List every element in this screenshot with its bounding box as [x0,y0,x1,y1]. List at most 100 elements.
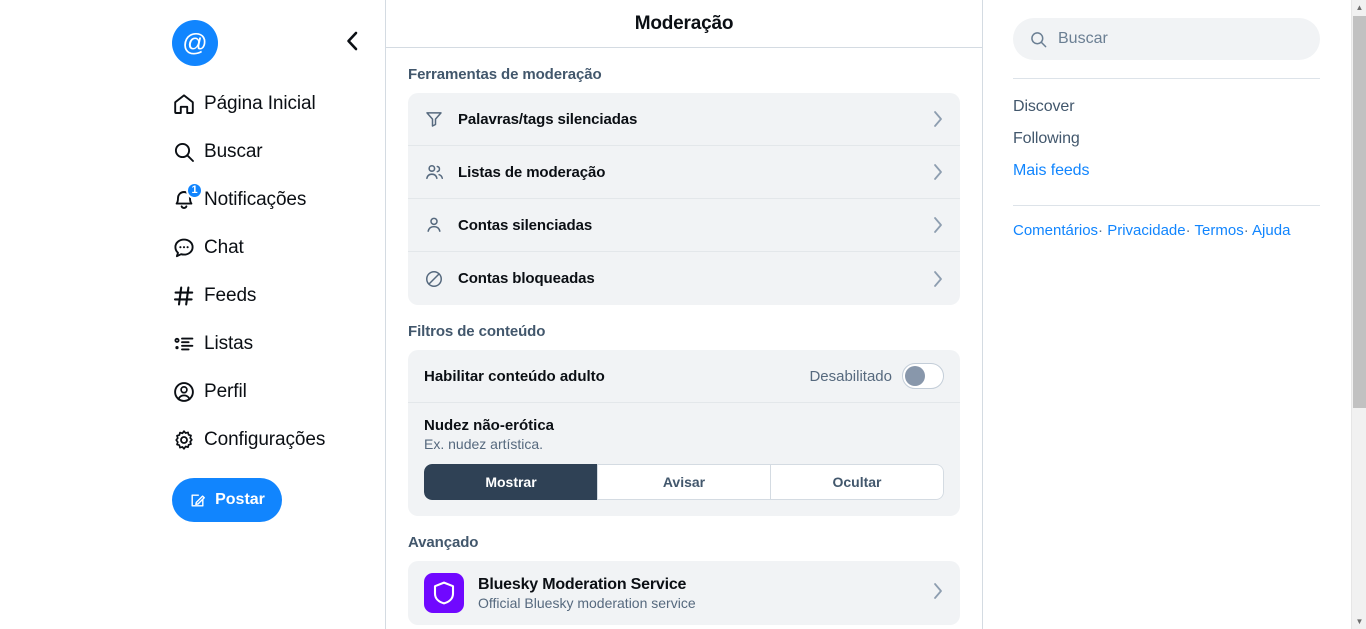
sidebar-item-label: Página Inicial [204,93,316,114]
row-blocked-accounts[interactable]: Contas bloqueadas [408,252,960,305]
settings-body: Ferramentas de moderação Palavras/tags s… [386,48,982,625]
section-heading-filters: Filtros de conteúdo [408,323,546,340]
sidebar-nav: Página Inicial Buscar 1 Notificações Cha… [172,80,385,522]
shield-icon [424,573,464,613]
home-icon [172,89,204,119]
left-sidebar: @ Página Inicial Buscar 1 Notificações C… [0,0,385,629]
notification-badge: 1 [186,182,203,199]
switch-knob [905,366,925,386]
sidebar-item-label: Notificações [204,189,307,210]
scrollbar-up-arrow[interactable]: ▲ [1352,0,1366,15]
row-moderation-lists[interactable]: Listas de moderação [408,146,960,199]
advanced-card: Bluesky Moderation Service Official Blue… [408,561,960,625]
sidebar-item-notifications[interactable]: 1 Notificações [172,176,385,224]
adult-content-toggle-row: Habilitar conteúdo adulto Desabilitado [408,350,960,403]
collapse-sidebar-button[interactable] [337,26,367,56]
section-heading-tools: Ferramentas de moderação [408,66,602,83]
people-icon [424,162,458,183]
post-button-label: Postar [215,491,265,508]
search-placeholder: Buscar [1058,30,1108,47]
sidebar-item-label: Feeds [204,285,257,306]
block-circle-icon [424,269,458,289]
adult-content-state: Desabilitado [809,367,892,385]
avatar-glyph: @ [182,28,208,57]
person-icon [424,215,458,235]
feed-link-more-feeds[interactable]: Mais feeds [1013,155,1320,187]
chevron-right-icon [932,582,944,605]
row-label: Contas bloqueadas [458,270,595,287]
sidebar-item-profile[interactable]: Perfil [172,368,385,416]
page-scrollbar[interactable]: ▲ ▼ [1351,0,1366,629]
gear-icon [172,425,204,455]
sidebar-item-lists[interactable]: Listas [172,320,385,368]
row-label: Listas de moderação [458,163,606,181]
adult-content-switch[interactable] [902,363,944,389]
separator: · [1243,222,1249,239]
chevron-left-icon [347,31,358,51]
row-label: Palavras/tags silenciadas [458,110,638,128]
page-header: Moderação [386,0,982,48]
feed-link-following[interactable]: Following [1013,123,1320,155]
chat-bubble-icon [172,233,204,263]
sidebar-item-label: Configurações [204,429,326,450]
app-root: @ Página Inicial Buscar 1 Notificações C… [0,0,1366,629]
funnel-icon [424,109,458,129]
row-label: Contas silenciadas [458,216,593,234]
footer-link-terms[interactable]: Termos [1195,222,1244,239]
footer-link-feedback[interactable]: Comentários [1013,222,1098,239]
search-icon [172,137,204,167]
sidebar-item-label: Listas [204,333,254,354]
filter-option-hide[interactable]: Ocultar [770,464,944,500]
sidebar-item-home[interactable]: Página Inicial [172,80,385,128]
chevron-right-icon [932,270,944,288]
separator: · [1185,222,1191,239]
feed-link-discover[interactable]: Discover [1013,91,1320,123]
chevron-right-icon [932,110,944,128]
sidebar-item-label: Chat [204,237,244,258]
footer-link-help[interactable]: Ajuda [1252,222,1290,239]
bell-icon: 1 [172,182,204,215]
main-column: Moderação Ferramentas de moderação Palav… [385,0,983,629]
service-subtitle: Official Bluesky moderation service [478,594,696,611]
chevron-right-icon [932,216,944,234]
filter-option-show[interactable]: Mostrar [424,464,598,500]
row-muted-accounts[interactable]: Contas silenciadas [408,199,960,252]
sidebar-item-feeds[interactable]: Feeds [172,272,385,320]
hashtag-icon [172,281,204,311]
filter-name: Nudez não-erótica [424,417,555,434]
section-heading-advanced: Avançado [408,534,479,551]
sidebar-item-chat[interactable]: Chat [172,224,385,272]
row-bluesky-moderation-service[interactable]: Bluesky Moderation Service Official Blue… [408,561,960,625]
scrollbar-down-arrow[interactable]: ▼ [1352,614,1366,629]
adult-content-label: Habilitar conteúdo adulto [424,367,605,385]
right-sidebar: Buscar Discover Following Mais feeds Com… [983,0,1366,629]
user-circle-icon [172,377,204,407]
scrollbar-thumb[interactable] [1353,16,1366,408]
sidebar-item-settings[interactable]: Configurações [172,416,385,464]
row-muted-words[interactable]: Palavras/tags silenciadas [408,93,960,146]
post-button[interactable]: Postar [172,478,282,522]
compose-icon [191,493,206,507]
content-filters-card: Habilitar conteúdo adulto Desabilitado N… [408,350,960,516]
sidebar-logo-row: @ [172,18,385,68]
avatar[interactable]: @ [172,20,218,66]
filter-option-group: Mostrar Avisar Ocultar [424,464,944,500]
list-icon [172,329,204,359]
filter-description: Ex. nudez artística. [424,436,544,452]
feed-links: Discover Following Mais feeds [1013,79,1320,187]
service-text: Bluesky Moderation Service Official Blue… [478,576,932,611]
service-title: Bluesky Moderation Service [478,575,687,593]
separator: · [1098,222,1104,239]
search-icon [1029,30,1048,49]
footer-link-privacy[interactable]: Privacidade [1107,222,1185,239]
chevron-right-icon [932,163,944,181]
filter-option-warn[interactable]: Avisar [597,464,771,500]
sidebar-item-label: Perfil [204,381,247,402]
sidebar-item-label: Buscar [204,141,263,162]
sidebar-item-search[interactable]: Buscar [172,128,385,176]
footer-links: Comentários· Privacidade· Termos· Ajuda [1013,206,1320,241]
moderation-tools-card: Palavras/tags silenciadas Listas de mode… [408,93,960,305]
page-title: Moderação [634,12,734,34]
filter-item-nonsexual-nudity: Nudez não-erótica Ex. nudez artística. M… [408,403,960,516]
search-input[interactable]: Buscar [1013,18,1320,60]
